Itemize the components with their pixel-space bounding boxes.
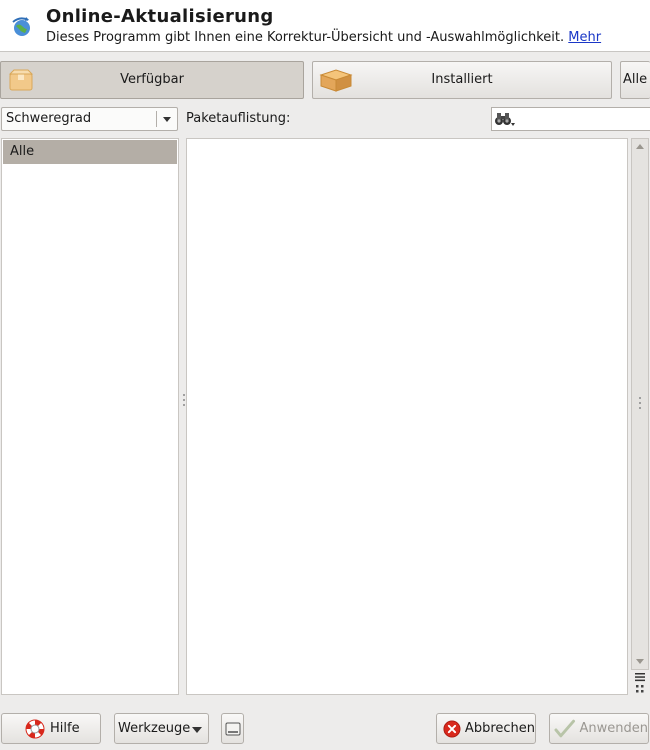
tab-all-label: Alle: [623, 72, 648, 87]
package-list-label: Paketauflistung:: [186, 111, 291, 126]
tab-available[interactable]: Verfügbar: [0, 61, 304, 99]
category-list[interactable]: Alle: [1, 138, 179, 695]
category-item-label: Alle: [10, 144, 35, 159]
apply-button-label: Anwenden: [579, 721, 649, 736]
console-button[interactable]: [221, 713, 244, 744]
category-item-all[interactable]: Alle: [3, 140, 177, 164]
close-icon: [443, 719, 461, 738]
search-input[interactable]: [491, 107, 650, 131]
chevron-down-icon: [163, 117, 171, 122]
tab-installed-label: Installiert: [431, 72, 493, 87]
scroll-down-arrow-icon[interactable]: [632, 653, 648, 669]
cancel-button-label: Abbrechen: [464, 721, 535, 736]
resize-grip-icon[interactable]: [635, 684, 645, 694]
chevron-down-icon: [192, 727, 202, 733]
scroll-up-arrow-icon[interactable]: [632, 139, 648, 155]
tools-button-label: Werkzeuge: [118, 721, 191, 736]
page-title: Online-Aktualisierung: [46, 6, 274, 27]
tab-available-label: Verfügbar: [120, 72, 184, 87]
cancel-button[interactable]: Abbrechen: [436, 713, 536, 744]
help-button-label: Hilfe: [50, 721, 80, 736]
splitter-grip-icon: [639, 397, 641, 409]
tools-button[interactable]: Werkzeuge: [114, 713, 209, 744]
page-subtitle: Dieses Programm gibt Ihnen eine Korrektu…: [46, 30, 601, 45]
header: Online-Aktualisierung Dieses Programm gi…: [0, 0, 650, 52]
subtitle-text: Dieses Programm gibt Ihnen eine Korrektu…: [46, 30, 565, 45]
update-globe-icon: [12, 17, 30, 36]
tab-installed[interactable]: Installiert: [312, 61, 612, 99]
severity-value: Schweregrad: [6, 111, 92, 126]
more-link[interactable]: Mehr: [568, 30, 601, 45]
list-menu-icon[interactable]: [634, 672, 646, 682]
tab-all[interactable]: Alle: [620, 61, 650, 99]
checkmark-icon: [554, 719, 576, 737]
lifebuoy-icon: [25, 719, 45, 738]
severity-dropdown[interactable]: Schweregrad: [1, 107, 178, 131]
dropdown-separator: [156, 111, 157, 127]
apply-button[interactable]: Anwenden: [549, 713, 649, 744]
vertical-scrollbar[interactable]: [631, 138, 649, 670]
help-button[interactable]: Hilfe: [1, 713, 101, 744]
terminal-icon: [225, 722, 240, 735]
package-list[interactable]: [186, 138, 628, 695]
binoculars-icon[interactable]: [494, 111, 516, 127]
